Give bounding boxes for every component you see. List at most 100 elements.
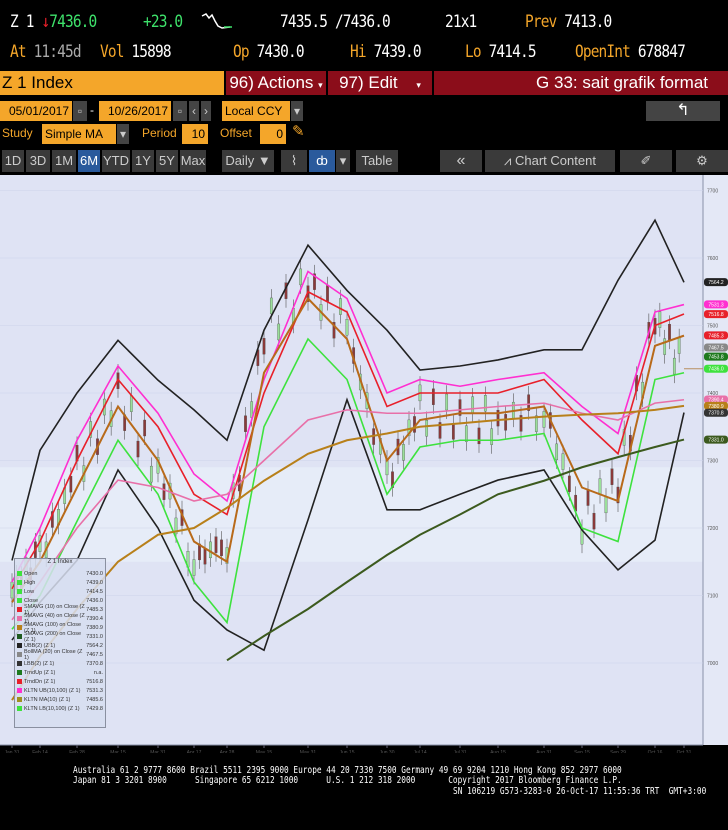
legend-swatch [17,580,22,585]
candle [69,476,73,493]
y-tick-label: 7000 [707,661,718,667]
y-tick-label: 7200 [707,526,718,532]
x-tick-label: Jun 30 [379,750,394,753]
next-range-button[interactable]: › [201,101,211,121]
legend-row: High 7439.0 [15,578,105,587]
period-tab-6m[interactable]: 6M [78,150,100,172]
currency-dropdown-icon[interactable]: ▾ [291,101,303,121]
x-tick-label: Mar 31 [150,750,166,753]
start-date-field[interactable]: 05/01/2017 [0,101,72,121]
legend-name: TrndDn (Z 1) [24,678,56,685]
actions-label: 96) Actions [229,73,314,92]
legend-name: SMAVG (200) on Close (Z 1) [24,630,82,643]
legend-value: 7485.6 [86,696,103,703]
low-value: 7414.5 [488,42,537,62]
currency-select[interactable]: Local CCY [222,101,290,121]
x-tick-label: Jan 31 [4,750,19,753]
back-button[interactable]: ↰ [646,101,720,121]
prev-range-button[interactable]: ‹ [189,101,199,121]
frequency-select[interactable]: Daily ▼ [222,150,274,172]
chart-content-button[interactable]: ⩘ Chart Content [485,150,615,172]
offset-input[interactable]: 0 [260,124,286,144]
study-select[interactable]: Simple MA [42,124,116,144]
period-tab-1y[interactable]: 1Y [132,150,154,172]
legend-row: LBB(2) (Z 1) 7370.8 [15,659,105,668]
x-tick-label: Oct 16 [648,750,663,753]
period-tab-max[interactable]: Max [180,150,206,172]
open-value: 7430.0 [256,42,305,62]
settings-gear-icon[interactable]: ⚙ [676,150,728,172]
trade-size: 21x1 [445,12,477,32]
price-tag-label: 7485.3 [708,333,724,339]
footer-contacts-2: Japan 81 3 3201 8900 Singapore 65 6212 1… [73,775,622,786]
legend-swatch [17,634,22,639]
candle [402,444,405,461]
candle [561,453,565,470]
x-tick-label: Jul 31 [453,750,467,753]
calendar-icon[interactable]: ▫ [73,101,87,121]
legend-swatch [17,607,22,612]
y-tick-label: 7700 [707,189,718,195]
legend-swatch [17,616,22,621]
price-tag-label: 7453.8 [708,355,724,361]
legend-swatch [17,589,22,594]
legend-value: 7370.8 [86,660,103,667]
period-tab-1m[interactable]: 1M [52,150,76,172]
period-tab-3d[interactable]: 3D [26,150,50,172]
time: 11:45d [33,42,82,62]
x-tick-label: May 31 [300,750,317,753]
down-arrow-icon: ↓ [41,12,50,32]
table-button[interactable]: Table [356,150,398,172]
study-dropdown-icon[interactable]: ▾ [117,124,129,144]
legend-value: 7436.0 [86,597,103,604]
candle [262,338,266,355]
legend-name: TrndUp (Z 1) [24,669,56,676]
period-input[interactable]: 10 [182,124,208,144]
legend-value: 7531.3 [86,687,103,694]
chart-type-dropdown-icon[interactable]: ▾ [336,150,350,172]
y-tick-label: 7600 [707,256,718,262]
edit-chart-icon[interactable]: ✐ [620,150,672,172]
actions-menu[interactable]: 96) Actions ▾ [226,71,326,95]
candle [277,323,281,341]
period-tab-1d[interactable]: 1D [2,150,24,172]
x-tick-label: Feb 14 [32,750,48,753]
legend-value: 7429.8 [86,705,103,712]
legend-value: 7380.9 [86,624,103,631]
vol-label: Vol [100,42,124,62]
sparkline-icon [200,12,240,32]
candle [192,559,196,576]
price-tag-label: 7516.8 [708,312,724,318]
candle [244,415,247,432]
calendar-icon[interactable]: ▫ [173,101,187,121]
candlestick-icon[interactable]: ȸ [309,150,335,172]
line-chart-icon[interactable]: ⌇ [281,150,307,172]
candle [136,440,140,458]
x-tick-label: May 15 [256,750,273,753]
x-tick-label: Sep 15 [574,750,590,753]
x-tick-label: Jul 14 [413,750,427,753]
end-date-field[interactable]: 10/26/2017 [99,101,171,121]
legend-row: KLTN LB(10,100) (Z 1) 7429.8 [15,704,105,713]
prev-value: 7413.0 [564,12,612,32]
period-tab-5y[interactable]: 5Y [156,150,178,172]
x-tick-label: Mar 15 [110,750,126,753]
legend-row: KLTN MA(10) (Z 1) 7485.6 [15,695,105,704]
legend-name: High [24,579,36,586]
offset-label: Offset [220,126,252,140]
price-chart[interactable]: 70007100720073007400750076007700Jan 31 Fe… [0,175,728,753]
open-interest-label: OpenInt [575,42,631,62]
edit-menu[interactable]: 97) Edit ▾ [328,71,432,95]
footer-session-info: SN 106219 G573-3283-0 26-Oct-17 11:55:36… [453,786,707,797]
candle [672,357,676,375]
period-tab-ytd[interactable]: YTD [102,150,130,172]
legend-swatch [17,652,22,657]
period-label: Period [142,126,177,140]
legend-name: BollMA (20) on Close (Z 1) [24,648,83,661]
legend-row: KLTN UB(10,100) (Z 1) 7531.3 [15,686,105,695]
candle [592,512,596,530]
security-field[interactable]: Z 1 Index [0,71,224,95]
collapse-button[interactable]: « [440,150,482,172]
pencil-icon[interactable]: ✎ [292,122,305,140]
legend-name: KLTN MA(10) (Z 1) [24,696,71,703]
